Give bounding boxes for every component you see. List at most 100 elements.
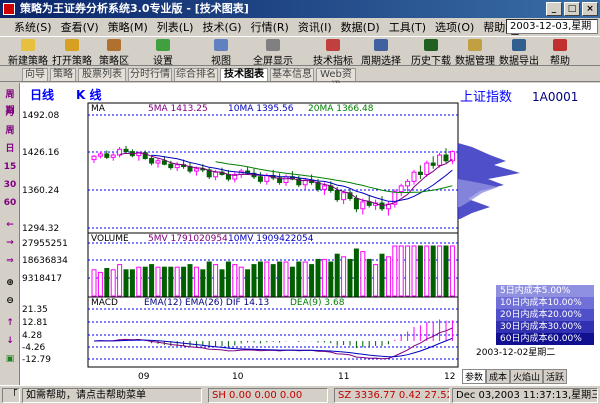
view-button[interactable]: 视图 bbox=[206, 38, 236, 67]
zoom-out-icon[interactable]: ⊖ bbox=[2, 293, 18, 309]
vol-tick: 18636834 bbox=[22, 256, 68, 266]
open-strategy-button[interactable]: 打开策略 bbox=[52, 38, 92, 67]
maximize-button[interactable]: □ bbox=[564, 2, 580, 16]
left-toolbar: 周期 月 周 日 15 30 60 ← → ⇒ ⊕ ⊖ ↑ ↓ ▣ bbox=[0, 83, 20, 385]
menu-options[interactable]: 选项(O) bbox=[435, 19, 474, 35]
volume-bar bbox=[437, 245, 443, 297]
settings-button[interactable]: 设置 bbox=[146, 38, 180, 67]
period-tool[interactable]: 周期 bbox=[2, 87, 18, 116]
tab-ranking[interactable]: 综合排名 bbox=[174, 68, 218, 81]
tab-wizard[interactable]: 向导 bbox=[22, 68, 48, 81]
side-tab-cost[interactable]: 成本 bbox=[486, 369, 511, 384]
tab-stock-list[interactable]: 股票列表 bbox=[78, 68, 126, 81]
candle-body bbox=[430, 162, 436, 166]
volume-bar bbox=[443, 245, 449, 297]
volume-bar bbox=[360, 251, 366, 297]
candle-body bbox=[174, 164, 180, 169]
volume-bar bbox=[104, 268, 110, 297]
side-tab-flame[interactable]: 火焰山 bbox=[510, 369, 544, 384]
candle-body bbox=[321, 185, 327, 190]
volume-bar bbox=[373, 264, 379, 297]
volume-bar bbox=[110, 269, 116, 297]
data-export-button[interactable]: 数据导出 bbox=[498, 38, 540, 67]
side-tab-active[interactable]: 活跃 bbox=[543, 369, 568, 384]
volume-bar bbox=[417, 245, 423, 297]
arrow-left-icon[interactable]: ← bbox=[2, 217, 18, 233]
date-display[interactable]: 2003-12-03,星期三 bbox=[506, 19, 598, 45]
help-button[interactable]: 帮助 bbox=[548, 38, 572, 67]
day-tool[interactable]: 日 bbox=[2, 141, 18, 157]
data-manage-button[interactable]: 数据管理 bbox=[454, 38, 496, 67]
min30-tool[interactable]: 30 bbox=[2, 177, 18, 193]
vol-tick: 9318417 bbox=[22, 274, 62, 284]
mv5-label: 5MV 1791020954 bbox=[148, 234, 228, 244]
volume-bar bbox=[328, 261, 334, 297]
tab-intraday[interactable]: 分时行情 bbox=[128, 68, 172, 81]
candle-body bbox=[437, 154, 443, 166]
period-icon bbox=[374, 39, 388, 51]
macd-tick: -12.79 bbox=[22, 355, 51, 365]
arrow-up-icon[interactable]: ↑ bbox=[2, 315, 18, 331]
tech-indicator-button[interactable]: 技术指标 bbox=[312, 38, 354, 67]
menu-view[interactable]: 查看(V) bbox=[61, 19, 99, 35]
tab-tech-chart[interactable]: 技术图表 bbox=[220, 68, 268, 81]
arrow-right-double-icon[interactable]: ⇒ bbox=[2, 253, 18, 269]
menu-tools[interactable]: 工具(T) bbox=[389, 19, 426, 35]
x-tick: 11 bbox=[338, 372, 349, 382]
menu-info[interactable]: 资讯(I) bbox=[298, 19, 332, 35]
menu-list[interactable]: 列表(L) bbox=[157, 19, 194, 35]
volume-bar bbox=[238, 266, 244, 297]
download-icon bbox=[424, 39, 438, 51]
cost-date: 2003-12-02星期二 bbox=[476, 347, 555, 358]
macd-label: MACD bbox=[91, 298, 118, 308]
volume-bar bbox=[193, 266, 199, 297]
arrow-down-icon[interactable]: ↓ bbox=[2, 333, 18, 349]
period-select-button[interactable]: 周期选择 bbox=[358, 38, 404, 67]
grid-tool-icon[interactable]: ▣ bbox=[2, 351, 18, 367]
volume-bar bbox=[296, 261, 302, 297]
week-tool[interactable]: 周 bbox=[2, 123, 18, 139]
candle-body bbox=[398, 185, 404, 193]
menu-quote[interactable]: 行情(R) bbox=[251, 19, 289, 35]
status-sh-index: SH 0.00 0.00 0.00 bbox=[208, 388, 328, 403]
close-button[interactable]: × bbox=[582, 2, 598, 16]
volume-bar bbox=[245, 269, 251, 297]
volume-bar bbox=[347, 258, 353, 297]
volume-bar bbox=[136, 266, 142, 297]
tab-web-info[interactable]: Web资讯 bbox=[316, 68, 356, 92]
cost-legend-20: 20日内成本20.00% bbox=[496, 309, 594, 321]
candle-body bbox=[360, 201, 366, 210]
menu-strategy[interactable]: 策略(M) bbox=[108, 19, 148, 35]
tab-strategy[interactable]: 策略 bbox=[50, 68, 76, 81]
help-icon bbox=[553, 39, 567, 51]
menu-data[interactable]: 数据(D) bbox=[341, 19, 380, 35]
volume-bar bbox=[200, 269, 206, 297]
ma-label: MA bbox=[91, 104, 106, 114]
candle-body bbox=[257, 176, 263, 182]
candle-body bbox=[264, 175, 270, 182]
macd-tick: -4.26 bbox=[22, 343, 46, 353]
view-icon bbox=[214, 39, 228, 51]
period-label: 日线 bbox=[30, 87, 54, 102]
candle-body bbox=[149, 157, 155, 164]
minimize-button[interactable]: _ bbox=[546, 2, 562, 16]
volume-bar bbox=[161, 266, 167, 297]
tab-basic-info[interactable]: 基本信息 bbox=[270, 68, 314, 81]
month-tool[interactable]: 月 bbox=[2, 105, 18, 121]
volume-bar bbox=[398, 245, 404, 297]
fullscreen-button[interactable]: 全屏显示 bbox=[250, 38, 296, 67]
ma10-label: 10MA 1395.56 bbox=[228, 104, 294, 114]
side-tab-params[interactable]: 参数 bbox=[462, 369, 487, 384]
menu-system[interactable]: 系统(S) bbox=[14, 19, 52, 35]
zoom-in-icon[interactable]: ⊕ bbox=[2, 275, 18, 291]
arrow-right-icon[interactable]: → bbox=[2, 235, 18, 251]
new-strategy-button[interactable]: 新建策略 bbox=[8, 38, 48, 67]
volume-bar bbox=[264, 261, 270, 297]
history-download-button[interactable]: 历史下载 bbox=[410, 38, 452, 67]
min60-tool[interactable]: 60 bbox=[2, 195, 18, 211]
strategy-area-button[interactable]: 策略区 bbox=[98, 38, 130, 67]
menu-tech[interactable]: 技术(G) bbox=[202, 19, 241, 35]
volume-bar bbox=[341, 256, 347, 297]
min15-tool[interactable]: 15 bbox=[2, 159, 18, 175]
candle-body bbox=[168, 163, 174, 169]
